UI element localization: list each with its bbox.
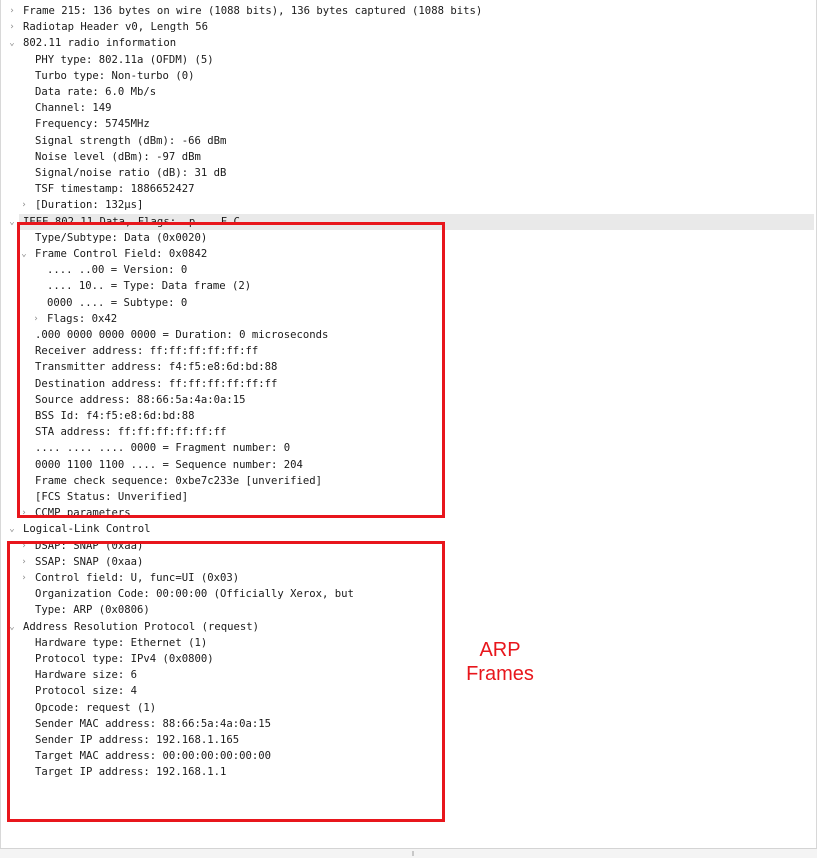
arp-frames-annotation: ARP Frames: [452, 638, 548, 686]
chevron-down-icon[interactable]: ⌄: [7, 521, 17, 537]
tree-row[interactable]: Frequency: 5745MHz: [1, 116, 816, 132]
tree-row[interactable]: ⌄ Logical-Link Control: [1, 521, 816, 537]
highlight-box-arp: [7, 541, 445, 822]
tree-row[interactable]: PHY type: 802.11a (OFDM) (5): [1, 52, 816, 68]
tree-row[interactable]: › Radiotap Header v0, Length 56: [1, 19, 816, 35]
tree-row[interactable]: Signal/noise ratio (dB): 31 dB: [1, 165, 816, 181]
tree-row-text: 802.11 radio information: [23, 37, 177, 50]
tree-row[interactable]: Turbo type: Non-turbo (0): [1, 68, 816, 84]
tree-row-text: Noise level (dBm): -97 dBm: [35, 150, 201, 163]
chevron-down-icon[interactable]: ⌄: [7, 214, 17, 230]
splitter-grip-icon[interactable]: [412, 851, 414, 856]
tree-row-text: Signal strength (dBm): -66 dBm: [35, 134, 227, 147]
tree-row-text: [Duration: 132µs]: [35, 199, 144, 212]
tree-row-text: Signal/noise ratio (dB): 31 dB: [35, 166, 227, 179]
tree-row-text: PHY type: 802.11a (OFDM) (5): [35, 53, 214, 66]
pane-splitter[interactable]: [0, 848, 817, 858]
tree-row[interactable]: Signal strength (dBm): -66 dBm: [1, 133, 816, 149]
tree-row-text: TSF timestamp: 1886652427: [35, 183, 195, 196]
tree-row[interactable]: › Frame 215: 136 bytes on wire (1088 bits…: [1, 3, 816, 19]
chevron-right-icon[interactable]: ›: [7, 19, 17, 35]
tree-row-text: Logical-Link Control: [23, 523, 151, 536]
chevron-right-icon[interactable]: ›: [19, 197, 29, 213]
tree-row-text: Frame 215: 136 bytes on wire (1088 bits)…: [23, 4, 483, 17]
tree-row[interactable]: Noise level (dBm): -97 dBm: [1, 149, 816, 165]
chevron-down-icon[interactable]: ⌄: [7, 35, 17, 51]
tree-row[interactable]: › [Duration: 132µs]: [1, 197, 816, 213]
highlight-box-802-11: [17, 222, 445, 518]
chevron-right-icon[interactable]: ›: [7, 3, 17, 19]
tree-row-text: Channel: 149: [35, 102, 112, 115]
tree-row[interactable]: Data rate: 6.0 Mb/s: [1, 84, 816, 100]
tree-row-text: Data rate: 6.0 Mb/s: [35, 85, 157, 98]
annotation-line-1: ARP: [479, 639, 521, 661]
tree-row[interactable]: TSF timestamp: 1886652427: [1, 181, 816, 197]
tree-row-text: Turbo type: Non-turbo (0): [35, 69, 195, 82]
tree-row-text: Radiotap Header v0, Length 56: [23, 21, 208, 34]
annotation-line-2: Frames: [466, 663, 534, 685]
tree-row[interactable]: ⌄ 802.11 radio information: [1, 35, 816, 51]
tree-row-text: Frequency: 5745MHz: [35, 118, 150, 131]
tree-row[interactable]: Channel: 149: [1, 100, 816, 116]
